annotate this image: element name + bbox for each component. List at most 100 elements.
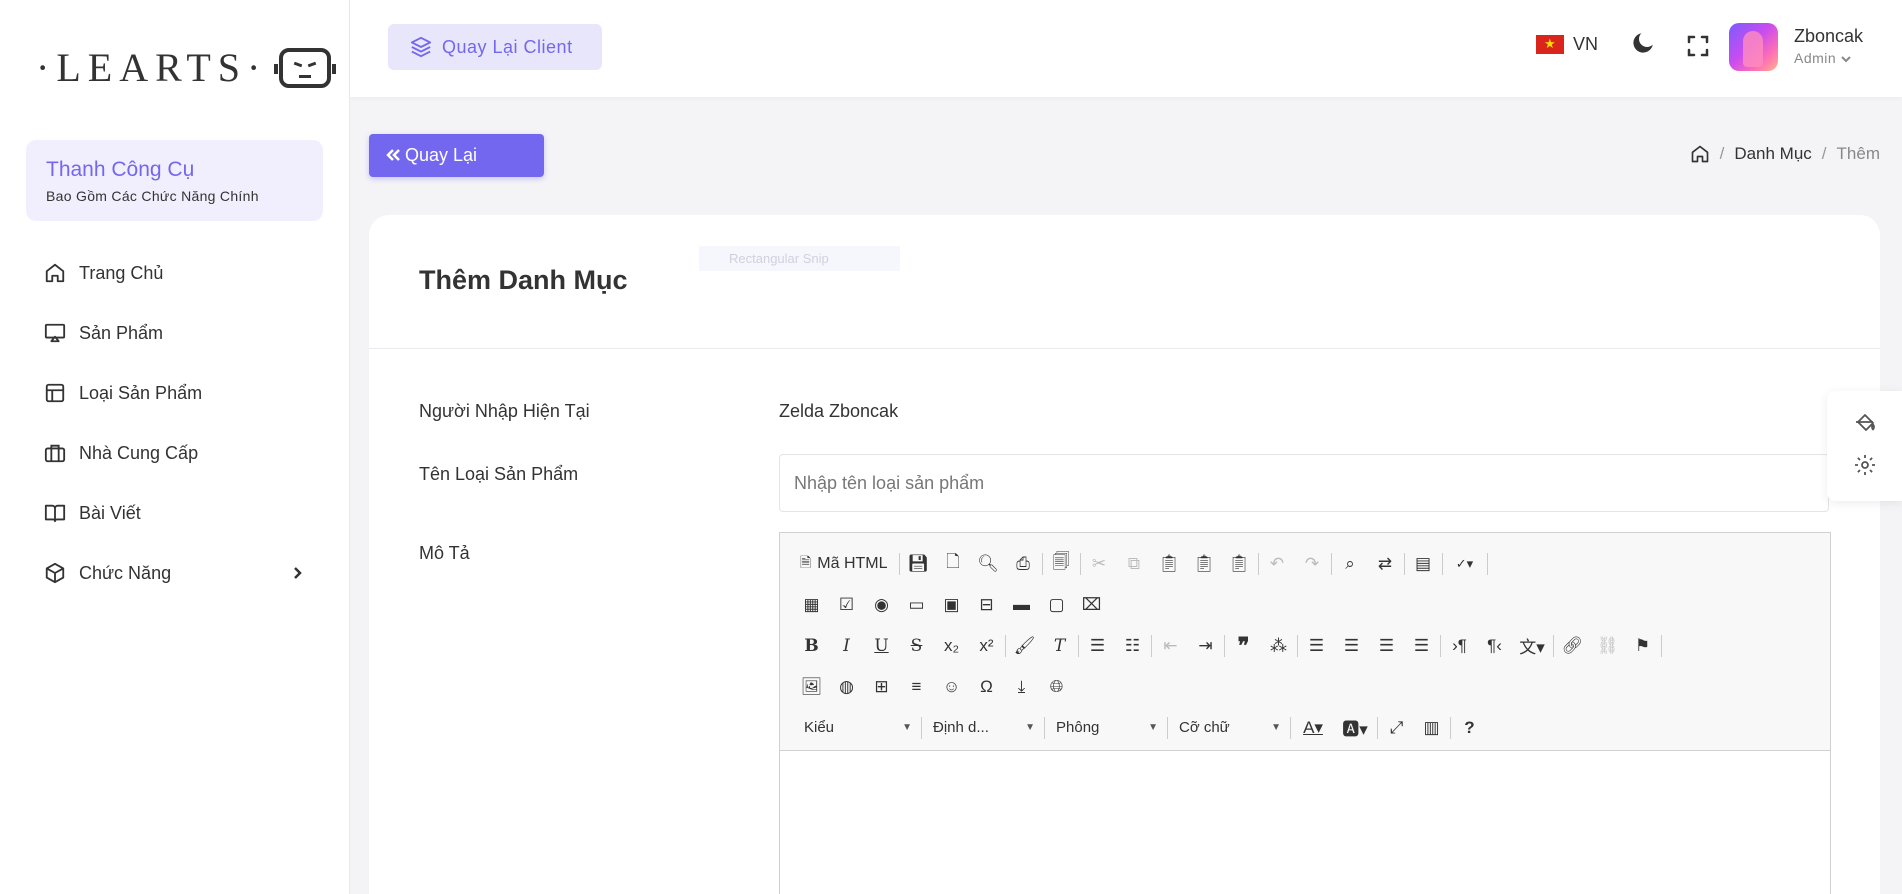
rtl-icon[interactable]: ¶‹ (1477, 631, 1512, 661)
align-left-icon[interactable]: ☰ (1299, 631, 1334, 661)
logo[interactable]: ·LEARTS· (0, 0, 349, 135)
radio-icon[interactable]: ◉ (864, 590, 899, 620)
toolbar-separator (1450, 716, 1451, 739)
superscript-icon[interactable]: x² (969, 631, 1004, 661)
styles-dropdown[interactable]: Kiểu ▼ (794, 714, 920, 742)
remove-format-icon[interactable]: T (1042, 631, 1077, 661)
italic-icon[interactable]: I (829, 631, 864, 661)
top-header: Quay Lại Client VN Zboncak Admin (350, 0, 1902, 97)
smiley-icon[interactable]: ☺ (934, 672, 969, 702)
back-to-client-button[interactable]: Quay Lại Client (388, 24, 602, 70)
link-icon[interactable]: 🔗︎ (1555, 631, 1590, 661)
table-icon[interactable]: ⊞ (864, 672, 899, 702)
form-icon[interactable]: ▦ (794, 590, 829, 620)
text-color-icon[interactable]: A▾ (1292, 713, 1334, 743)
toolbar-separator (1167, 716, 1168, 739)
sidebar-item-label: Sản Phẩm (79, 322, 164, 343)
select-all-icon[interactable]: ▤ (1406, 549, 1441, 579)
preview-icon[interactable]: 🔍︎ (971, 549, 1006, 579)
image-button-icon[interactable]: ▢ (1039, 590, 1074, 620)
outdent-icon[interactable]: ⇤ (1153, 631, 1188, 661)
new-page-icon[interactable]: 🗋 (936, 549, 971, 579)
sidebar-item-suppliers[interactable]: Nhà Cung Cấp (0, 423, 349, 483)
sidebar-item-features[interactable]: Chức Năng (0, 543, 349, 603)
paste-icon[interactable]: 📋︎ (1152, 549, 1187, 579)
moon-icon[interactable] (1630, 30, 1656, 56)
save-icon[interactable]: 💾︎ (901, 549, 936, 579)
sidebar-item-products[interactable]: Sản Phẩm (0, 303, 349, 363)
redo-icon[interactable]: ↷ (1295, 549, 1330, 579)
find-icon[interactable]: ⌕ (1333, 549, 1368, 579)
copy-format-icon[interactable]: 🖌︎ (1007, 631, 1042, 661)
avatar[interactable] (1729, 23, 1778, 71)
horizontal-line-icon[interactable]: ≡ (899, 672, 934, 702)
styles-dropdown-label: Kiểu (804, 719, 835, 736)
indent-icon[interactable]: ⇥ (1188, 631, 1223, 661)
paste-word-icon[interactable]: 📋︎ (1222, 549, 1257, 579)
gear-icon[interactable] (1853, 453, 1877, 477)
align-right-icon[interactable]: ☰ (1369, 631, 1404, 661)
checkbox-icon[interactable]: ☑ (829, 590, 864, 620)
div-container-icon[interactable]: ⁂ (1261, 631, 1296, 661)
caret-down-icon: ▼ (1025, 722, 1035, 733)
button-field-icon[interactable]: ▬ (1004, 590, 1039, 620)
show-blocks-icon[interactable]: ▥ (1414, 713, 1449, 743)
form-card: Thêm Danh Mục Người Nhập Hiện Tại Zelda … (369, 215, 1880, 894)
paste-text-icon[interactable]: 📋︎ (1187, 549, 1222, 579)
image-icon[interactable]: 🖼︎ (794, 672, 829, 702)
format-dropdown[interactable]: Định d... ▼ (923, 714, 1043, 742)
textarea-icon[interactable]: ▣ (934, 590, 969, 620)
user-menu[interactable]: Zboncak Admin (1794, 26, 1863, 66)
align-center-icon[interactable]: ☰ (1334, 631, 1369, 661)
bulleted-list-icon[interactable]: ☷ (1115, 631, 1150, 661)
anchor-flag-icon[interactable]: ⚑ (1625, 631, 1660, 661)
sidebar-item-home[interactable]: Trang Chủ (0, 243, 349, 303)
toolbar-separator (1403, 552, 1405, 575)
fullscreen-icon[interactable] (1686, 34, 1710, 58)
sidebar-item-categories[interactable]: Loại Sản Phẩm (0, 363, 349, 423)
flash-icon[interactable]: ◍ (829, 672, 864, 702)
language-switcher[interactable]: VN (1536, 34, 1598, 55)
maximize-icon[interactable]: ⤢ (1379, 713, 1414, 743)
ltr-icon[interactable]: ›¶ (1442, 631, 1477, 661)
background-color-icon[interactable]: 🅰︎▾ (1334, 713, 1376, 743)
align-justify-icon[interactable]: ☰ (1404, 631, 1439, 661)
bold-icon[interactable]: B (794, 631, 829, 661)
help-icon[interactable]: ? (1452, 713, 1487, 743)
replace-icon[interactable]: ⇄ (1368, 549, 1403, 579)
language-dropdown-icon[interactable]: 文▾ (1512, 631, 1552, 661)
breadcrumb: / Danh Mục / Thêm (1690, 144, 1880, 164)
toolbar-separator (1257, 552, 1259, 575)
special-char-icon[interactable]: Ω (969, 672, 1004, 702)
text-field-icon[interactable]: ▭ (899, 590, 934, 620)
copy-icon[interactable]: ⧉ (1117, 549, 1152, 579)
templates-icon[interactable]: 🗐 (1044, 549, 1079, 579)
editor-content-area[interactable] (780, 751, 1830, 894)
paint-bucket-icon[interactable] (1853, 411, 1877, 435)
caret-down-icon: ▼ (902, 722, 912, 733)
select-field-icon[interactable]: ⊟ (969, 590, 1004, 620)
source-icon: 🗎 (800, 553, 812, 570)
back-button[interactable]: Quay Lại (369, 134, 544, 177)
undo-icon[interactable]: ↶ (1260, 549, 1295, 579)
source-button[interactable]: 🗎 Mã HTML (794, 552, 898, 576)
cut-icon[interactable]: ✂ (1082, 549, 1117, 579)
unlink-icon[interactable]: ⛓ (1590, 631, 1625, 661)
spellcheck-icon[interactable]: ✓▾ (1444, 549, 1486, 579)
page-break-icon[interactable]: ⤓ (1004, 672, 1039, 702)
hidden-field-icon[interactable]: ⌧ (1074, 590, 1109, 620)
underline-icon[interactable]: U (864, 631, 899, 661)
font-dropdown[interactable]: Phông ▼ (1046, 714, 1166, 742)
breadcrumb-item-category[interactable]: Danh Mục (1734, 144, 1811, 164)
user-name: Zboncak (1794, 26, 1864, 46)
category-name-input[interactable] (779, 454, 1829, 512)
home-icon[interactable] (1690, 144, 1710, 164)
sidebar-item-posts[interactable]: Bài Viết (0, 483, 349, 543)
subscript-icon[interactable]: x₂ (934, 631, 969, 661)
print-icon[interactable]: ⎙ (1006, 549, 1041, 579)
strikethrough-icon[interactable]: S (899, 631, 934, 661)
font-size-dropdown[interactable]: Cỡ chữ ▼ (1169, 714, 1289, 742)
numbered-list-icon[interactable]: ☰ (1080, 631, 1115, 661)
blockquote-icon[interactable]: ❞ (1226, 631, 1261, 661)
iframe-icon[interactable]: 🌐︎ (1039, 672, 1074, 702)
